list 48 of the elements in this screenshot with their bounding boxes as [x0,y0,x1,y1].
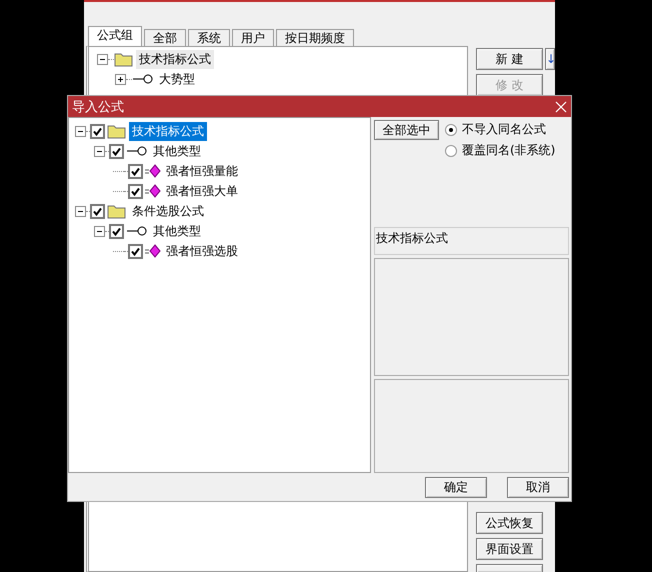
close-icon[interactable] [555,100,567,112]
tree-item[interactable]: 大势型 [156,70,198,88]
checkbox[interactable] [128,164,143,178]
tree-item[interactable]: 强者恒强量能 [163,162,241,180]
tab[interactable]: 按日期频度 [276,29,354,46]
radio-button[interactable] [445,144,457,156]
tab[interactable]: 用户 [232,29,274,46]
diamond-icon [145,243,161,259]
dropdown-button[interactable]: ↓ [545,48,555,70]
folder-icon [114,51,134,67]
group-name-field: 技术指标公式 [374,227,569,255]
folder-icon [107,123,127,139]
diamond-icon [145,163,161,179]
checkbox[interactable] [128,184,143,198]
select-all-button[interactable]: 全部选中 [374,120,439,140]
checkbox[interactable] [128,244,143,258]
expander-icon[interactable] [94,226,105,236]
side-button[interactable]: 界面设置 [476,538,543,560]
folder-icon [107,203,127,219]
side-button[interactable]: 新 建 [476,48,543,70]
checkbox[interactable] [90,204,105,218]
checkbox[interactable] [109,144,124,158]
tree-item[interactable]: 其他类型 [150,142,204,160]
side-button[interactable]: 公式恢复 [476,512,543,534]
cut-off-button[interactable] [476,564,543,572]
dialog-button[interactable]: 取消 [507,476,569,498]
expander-icon[interactable] [94,146,105,156]
tree-item[interactable]: 强者恒强选股 [163,242,241,260]
tree-item[interactable]: 技术指标公式 [129,122,207,140]
checkbox[interactable] [109,224,124,238]
dialog-button[interactable]: 确定 [425,476,487,498]
expander-icon[interactable] [115,74,126,84]
radio-label[interactable]: 覆盖同名(非系统) [462,142,556,159]
radio-label[interactable]: 不导入同名公式 [462,121,546,138]
tree-item[interactable]: 强者恒强大单 [163,182,241,200]
tree-item[interactable]: 条件选股公式 [129,202,207,220]
checkbox[interactable] [90,124,105,138]
tree-item[interactable]: 其他类型 [150,222,204,240]
radio-button[interactable] [445,124,457,136]
expander-icon[interactable] [75,206,86,216]
tab[interactable]: 全部 [144,29,186,46]
expander-icon[interactable] [97,54,108,64]
expander-icon[interactable] [75,126,86,136]
tab[interactable]: 系统 [188,29,230,46]
tree-item[interactable]: 技术指标公式 [136,50,214,68]
window-title: 导入公式 [72,98,124,116]
diamond-icon [145,183,161,199]
tab[interactable]: 公式组 [88,26,142,46]
